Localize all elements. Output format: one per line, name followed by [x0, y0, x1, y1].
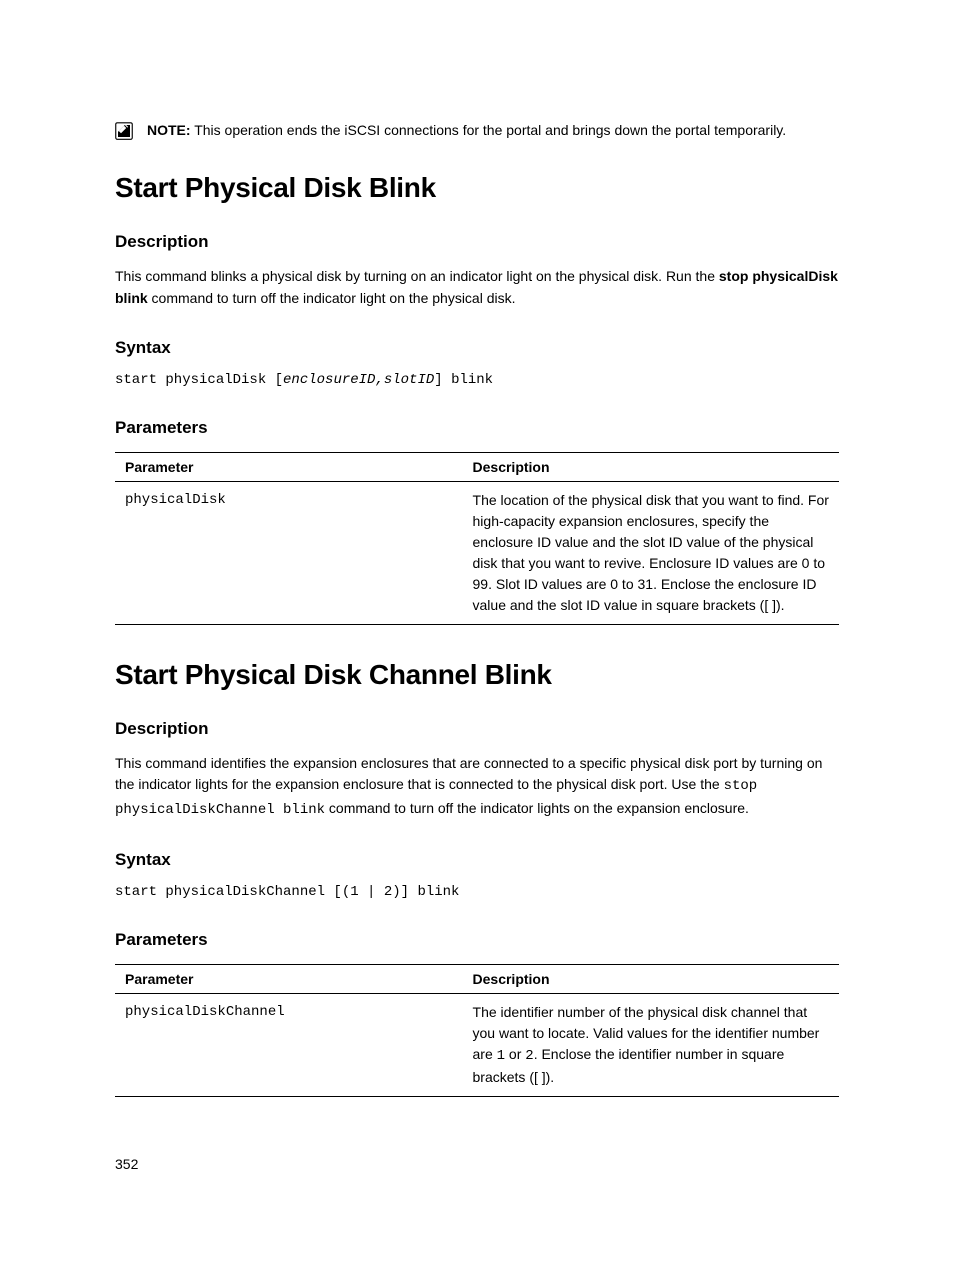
section2-desc-heading: Description: [115, 719, 839, 739]
page-number: 352: [115, 1156, 138, 1172]
page-content: NOTE: This operation ends the iSCSI conn…: [0, 0, 954, 1268]
syntax1-post: ] blink: [434, 372, 493, 388]
section1-desc-heading: Description: [115, 232, 839, 252]
section2-desc-paragraph: This command identifies the expansion en…: [115, 753, 839, 822]
section1-title: Start Physical Disk Blink: [115, 172, 839, 204]
section2-desc-pre: This command identifies the expansion en…: [115, 755, 822, 793]
section1-params-heading: Parameters: [115, 418, 839, 438]
section2-params-table: Parameter Description physicalDiskChanne…: [115, 964, 839, 1097]
section1-desc-post: command to turn off the indicator light …: [148, 290, 516, 306]
section1-syntax-heading: Syntax: [115, 338, 839, 358]
section2-syntax-code: start physicalDiskChannel [(1 | 2)] blin…: [115, 884, 839, 900]
syntax1-pre: start physicalDisk [: [115, 372, 283, 388]
section1-syntax-code: start physicalDisk [enclosureID,slotID] …: [115, 372, 839, 388]
t2-desc-m1: 1: [497, 1048, 505, 1064]
t2-desc-mid: or: [505, 1046, 525, 1062]
table2-cell-param: physicalDiskChannel: [115, 993, 463, 1096]
note-block: NOTE: This operation ends the iSCSI conn…: [115, 120, 839, 140]
table-row: physicalDiskChannel The identifier numbe…: [115, 993, 839, 1096]
table1-cell-param: physicalDisk: [115, 481, 463, 624]
section2-desc-mono-post: physicalDiskChannel blink: [115, 802, 325, 818]
t2-desc-m2: 2: [525, 1048, 533, 1064]
section2-title: Start Physical Disk Channel Blink: [115, 659, 839, 691]
table2-header-parameter: Parameter: [115, 964, 463, 993]
section2-syntax-heading: Syntax: [115, 850, 839, 870]
syntax1-italic: enclosureID,slotID: [283, 372, 434, 388]
table-row: physicalDisk The location of the physica…: [115, 481, 839, 624]
note-body: This operation ends the iSCSI connection…: [191, 122, 787, 138]
section1-desc-pre: This command blinks a physical disk by t…: [115, 268, 719, 284]
section1-params-table: Parameter Description physicalDisk The l…: [115, 452, 839, 625]
section1-desc-paragraph: This command blinks a physical disk by t…: [115, 266, 839, 309]
table1-header-parameter: Parameter: [115, 452, 463, 481]
note-text: NOTE: This operation ends the iSCSI conn…: [147, 120, 786, 140]
note-label: NOTE:: [147, 122, 191, 138]
table2-cell-desc: The identifier number of the physical di…: [463, 993, 839, 1096]
section2-params-heading: Parameters: [115, 930, 839, 950]
section2-desc-mono-pre: stop: [724, 778, 758, 794]
note-icon: [115, 122, 133, 140]
table2-header-description: Description: [463, 964, 839, 993]
table1-cell-desc: The location of the physical disk that y…: [463, 481, 839, 624]
section2-desc-post: command to turn off the indicator lights…: [325, 800, 749, 816]
table1-header-description: Description: [463, 452, 839, 481]
